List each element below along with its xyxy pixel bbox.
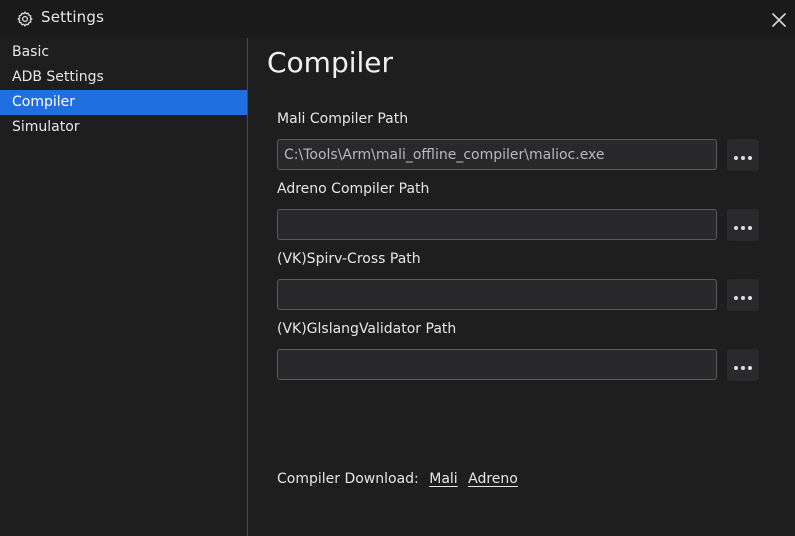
gear-icon xyxy=(16,10,34,28)
mali-compiler-path-input[interactable] xyxy=(277,139,717,170)
title-bar: Settings xyxy=(0,0,795,38)
glslang-browse-button[interactable] xyxy=(727,349,759,381)
spirv-cross-path-input[interactable] xyxy=(277,279,717,310)
sidebar-item-compiler[interactable]: Compiler xyxy=(0,90,247,115)
close-icon[interactable] xyxy=(770,11,788,29)
window-title: Settings xyxy=(41,8,105,26)
more-horizontal-icon xyxy=(733,146,753,165)
more-horizontal-icon xyxy=(733,356,753,375)
sidebar-item-simulator[interactable]: Simulator xyxy=(0,115,247,140)
spirv-cross-path-label: (VK)Spirv-Cross Path xyxy=(277,251,421,267)
sidebar-item-adb-settings[interactable]: ADB Settings xyxy=(0,65,247,90)
mali-compiler-path-label: Mali Compiler Path xyxy=(277,111,409,127)
mali-browse-button[interactable] xyxy=(727,139,759,171)
more-horizontal-icon xyxy=(733,286,753,305)
adreno-browse-button[interactable] xyxy=(727,209,759,241)
compiler-download-row: Compiler Download: Mali Adreno xyxy=(277,471,518,487)
sidebar-item-basic[interactable]: Basic xyxy=(0,40,247,65)
adreno-download-link[interactable]: Adreno xyxy=(468,471,518,487)
adreno-compiler-path-input[interactable] xyxy=(277,209,717,240)
more-horizontal-icon xyxy=(733,216,753,235)
adreno-compiler-path-label: Adreno Compiler Path xyxy=(277,181,430,197)
compiler-download-label: Compiler Download: xyxy=(277,471,419,487)
spirv-cross-browse-button[interactable] xyxy=(727,279,759,311)
mali-download-link[interactable]: Mali xyxy=(429,471,457,487)
page-title: Compiler xyxy=(267,46,394,79)
settings-window: Settings Basic ADB Settings Compiler Sim… xyxy=(0,0,795,536)
glslang-validator-path-label: (VK)GlslangValidator Path xyxy=(277,321,457,337)
compiler-panel: Compiler Mali Compiler Path Adreno Compi… xyxy=(248,38,795,536)
glslang-validator-path-input[interactable] xyxy=(277,349,717,380)
settings-sidebar: Basic ADB Settings Compiler Simulator xyxy=(0,38,248,536)
